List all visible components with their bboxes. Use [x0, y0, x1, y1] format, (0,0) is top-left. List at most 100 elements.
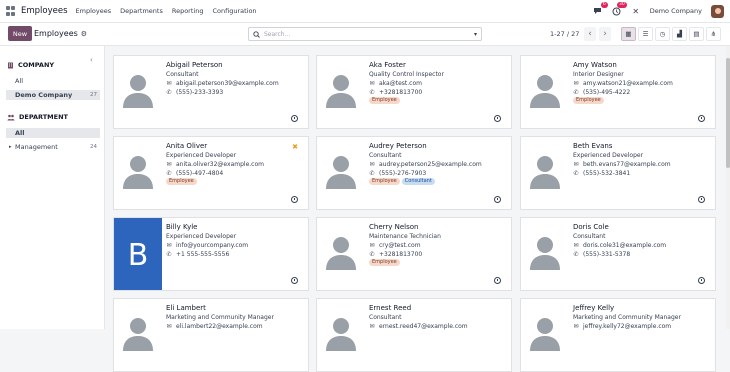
employee-card[interactable]: Anita Oliver Experienced Developer ✉ anita.…	[113, 136, 309, 210]
envelope-icon: ✉	[573, 242, 579, 249]
menu-departments[interactable]: Departments	[120, 7, 163, 15]
employee-card[interactable]: Aka Foster Quality Control Inspector ✉ aka@…	[316, 55, 512, 129]
search-icon	[253, 30, 260, 38]
department-filter-management-label: Management	[15, 143, 58, 151]
user-avatar[interactable]	[711, 4, 724, 18]
employee-phone: ✆ (535)-495-4222	[573, 89, 711, 96]
view-switcher: ▦ ☰ ◷ ▟ ▤ ⋔	[621, 27, 721, 41]
employee-card[interactable]: Beth Evans Experienced Developer ✉ beth.eva…	[520, 136, 716, 210]
phone-icon: ✆	[166, 169, 172, 177]
employee-email: ✉ abigail.peterson39@example.com	[166, 80, 304, 87]
employee-email: ✉ info@yourcompany.com	[166, 242, 304, 249]
employee-email: ✉ audrey.peterson25@example.com	[369, 161, 507, 168]
menu-employees[interactable]: Employees	[76, 7, 112, 15]
employee-card[interactable]: Cherry Nelson Maintenance Technician ✉ cry@…	[316, 217, 512, 291]
employee-avatar	[521, 137, 569, 209]
employee-avatar	[521, 218, 569, 290]
presence-status-icon	[698, 115, 705, 122]
tools-icon[interactable]: ✕	[631, 6, 641, 16]
employee-job-title: Marketing and Community Manager	[573, 314, 681, 321]
employee-phone: ✆ +1 555-555-5556	[166, 251, 304, 258]
employee-avatar	[317, 299, 365, 371]
collapse-panel-icon[interactable]: ‹	[90, 56, 93, 64]
gear-icon[interactable]: ⚙	[81, 30, 87, 38]
employee-job-title: Maintenance Technician	[369, 233, 441, 240]
employee-name: Cherry Nelson	[369, 223, 419, 231]
presence-status-icon	[291, 277, 298, 284]
expand-caret-icon[interactable]: ▸	[9, 144, 12, 150]
app-menu-icon[interactable]	[6, 6, 16, 16]
employee-card[interactable]: Ernest Reed Consultant ✉ ernest.reed47@exam…	[316, 298, 512, 372]
app-name[interactable]: Employees	[21, 6, 68, 16]
employee-phone: ✆ (555)-331-5378	[573, 251, 711, 258]
employee-phone-value: +1 555-555-5556	[176, 250, 230, 258]
activity-view-button[interactable]: ◷	[655, 27, 670, 41]
employee-name: Doris Cole	[573, 223, 609, 231]
graph-view-button[interactable]: ▟	[672, 27, 687, 41]
kanban-view-button[interactable]: ▦	[621, 27, 636, 41]
company-filter-all-label: All	[15, 77, 24, 85]
employee-card[interactable]: Jeffrey Kelly Marketing and Community Man…	[520, 298, 716, 372]
company-filter-count: 27	[90, 92, 97, 98]
envelope-icon: ✉	[369, 80, 375, 87]
pager-previous-button[interactable]: ‹	[584, 27, 596, 41]
menu-reporting[interactable]: Reporting	[172, 7, 204, 15]
company-filter-demo-company[interactable]: Demo Company 27	[6, 90, 100, 100]
employee-job-title: Consultant	[166, 71, 199, 78]
employee-name: Ernest Reed	[369, 304, 412, 312]
employee-phone: ✆ +3281813700	[369, 89, 507, 96]
company-filter-all[interactable]: All	[6, 76, 100, 86]
pivot-view-button[interactable]: ▤	[689, 27, 704, 41]
employee-phone: ✆ (555)-276-7903	[369, 170, 507, 177]
employee-card[interactable]: Abigail Peterson Consultant ✉ abigail.peter…	[113, 55, 309, 129]
phone-icon: ✆	[573, 88, 579, 96]
list-view-button[interactable]: ☰	[638, 27, 653, 41]
activity-clock-icon[interactable]: 30	[612, 2, 627, 16]
employee-tag: Employee	[573, 97, 604, 104]
employee-tag: Employee	[369, 97, 400, 104]
employee-card[interactable]: Eli Lambert Marketing and Community Manag…	[113, 298, 309, 372]
employee-tag: Consultant	[401, 178, 435, 185]
employee-phone: ✆ (555)-497-4804	[166, 170, 304, 177]
employee-phone-value: (555)-276-7903	[379, 169, 427, 177]
department-filter-all[interactable]: All	[6, 128, 100, 138]
employee-name: Audrey Peterson	[369, 142, 427, 150]
employee-avatar	[521, 299, 569, 371]
employee-job-title: Experienced Developer	[166, 233, 237, 240]
employee-card[interactable]: B Billy Kyle Experienced Developer ✉ info@yo…	[113, 217, 309, 291]
company-title-label: COMPANY	[18, 61, 55, 69]
employee-card[interactable]: Doris Cole Consultant ✉ doris.cole31@exampl…	[520, 217, 716, 291]
employee-avatar	[521, 56, 569, 128]
pager-value[interactable]: 1-27 / 27	[550, 30, 579, 38]
employee-email-value: doris.cole31@example.com	[583, 242, 667, 249]
tag-list: Employee	[166, 178, 304, 185]
employee-card[interactable]: Audrey Peterson Consultant ✉ audrey.peterso…	[316, 136, 512, 210]
employee-avatar	[317, 218, 365, 290]
page-title: Employees	[34, 29, 78, 38]
employee-name: Billy Kyle	[166, 223, 198, 231]
department-filter-management[interactable]: ▸ Management 24	[6, 142, 100, 152]
chat-icon[interactable]: 6	[593, 2, 608, 16]
company-switcher[interactable]: Demo Company	[650, 7, 702, 15]
pager-next-button[interactable]: ›	[599, 27, 611, 41]
company-filter-demo-label: Demo Company	[15, 91, 73, 99]
presence-status-icon	[698, 196, 705, 203]
employee-card[interactable]: Amy Watson Interior Designer ✉ amy.watson21…	[520, 55, 716, 129]
tag-list: Employee Consultant	[369, 178, 507, 185]
scrollbar-thumb[interactable]	[726, 58, 730, 168]
hierarchy-view-button[interactable]: ⋔	[706, 27, 721, 41]
tag-list: Employee	[369, 259, 507, 266]
tag-list: Employee	[573, 97, 711, 104]
employee-email: ✉ aka@test.com	[369, 80, 507, 87]
menu-configuration[interactable]: Configuration	[212, 7, 256, 15]
employee-email-value: aka@test.com	[379, 80, 422, 87]
scrollbar[interactable]	[726, 46, 730, 329]
favorite-star-icon[interactable]: ✖	[292, 143, 298, 151]
phone-icon: ✆	[369, 169, 375, 177]
search-panel: ‹ COMPANY All Demo Company 27 DEPARTMENT…	[0, 46, 105, 329]
phone-icon: ✆	[369, 250, 375, 258]
new-button[interactable]: New	[8, 26, 32, 41]
search-options-dropdown-icon[interactable]: ▾	[474, 31, 477, 38]
envelope-icon: ✉	[166, 242, 172, 249]
search-input[interactable]	[264, 30, 474, 38]
